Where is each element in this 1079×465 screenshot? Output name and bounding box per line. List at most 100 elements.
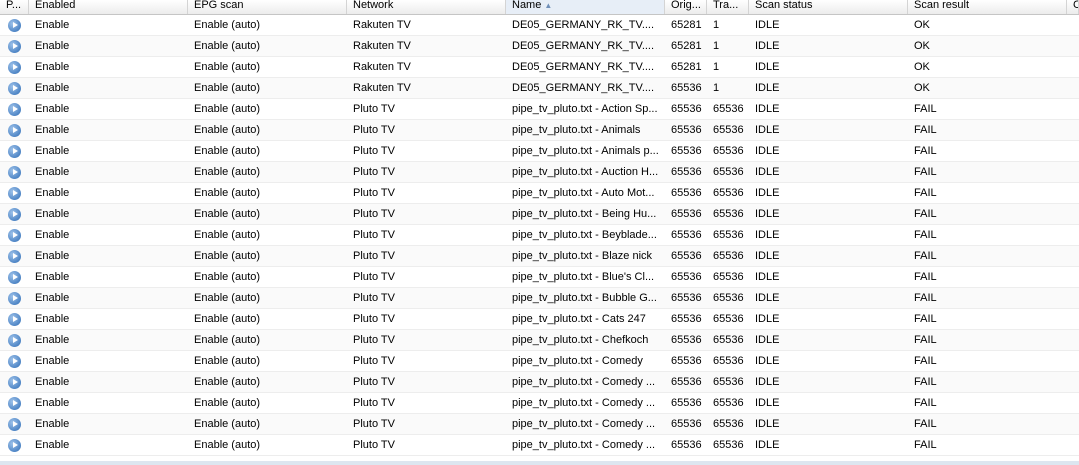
cell-epg: Enable (auto)	[194, 166, 261, 178]
cell-orig: 65536	[671, 229, 702, 241]
column-header-label: P...	[6, 0, 22, 11]
column-header-tra[interactable]: Tra...	[707, 0, 749, 14]
table-row[interactable]: Enable Enable (auto) Rakuten TV DE05_GERMAN…	[0, 57, 1079, 78]
cell-scan_status: IDLE	[755, 418, 780, 430]
cell-network: Pluto TV	[353, 103, 395, 115]
cell-orig: 65536	[671, 124, 702, 136]
play-icon[interactable]	[8, 312, 21, 326]
table-row[interactable]: Enable Enable (auto) Rakuten TV DE05_GERMAN…	[0, 36, 1079, 57]
cell-epg: Enable (auto)	[194, 292, 261, 304]
column-header-extra[interactable]: C	[1067, 0, 1079, 14]
play-icon[interactable]	[8, 228, 21, 242]
play-icon[interactable]	[8, 396, 21, 410]
play-icon[interactable]	[8, 186, 21, 200]
table-row[interactable]: Enable Enable (auto) Pluto TV pipe_tv_pluto…	[0, 267, 1079, 288]
column-header-play[interactable]: P...	[0, 0, 29, 14]
cell-extra	[1067, 414, 1079, 434]
cell-network: Pluto TV	[353, 271, 395, 283]
play-icon[interactable]	[8, 333, 21, 347]
cell-orig: 65536	[671, 208, 702, 220]
cell-tra: 1	[713, 40, 720, 52]
play-icon[interactable]	[8, 81, 21, 95]
cell-epg: Enable (auto)	[194, 61, 261, 73]
table-row[interactable]: Enable Enable (auto) Rakuten TV DE05_GERMAN…	[0, 15, 1079, 36]
cell-network: Rakuten TV	[353, 82, 411, 94]
table-row[interactable]: Enable Enable (auto) Pluto TV pipe_tv_pluto…	[0, 204, 1079, 225]
cell-play	[0, 309, 29, 329]
column-header-enabled[interactable]: Enabled	[29, 0, 188, 14]
cell-name: pipe_tv_pluto.txt - Being Hu...	[512, 208, 657, 220]
column-header-orig[interactable]: Orig...	[665, 0, 707, 14]
table-row[interactable]: Enable Enable (auto) Pluto TV pipe_tv_pluto…	[0, 414, 1079, 435]
cell-name: pipe_tv_pluto.txt - Action Sp...	[512, 103, 658, 115]
column-header-epg[interactable]: EPG scan	[188, 0, 347, 14]
table-row[interactable]: Enable Enable (auto) Pluto TV pipe_tv_pluto…	[0, 309, 1079, 330]
cell-scan_result: FAIL	[914, 397, 937, 409]
horizontal-scrollbar[interactable]	[0, 461, 1079, 465]
table-row[interactable]: Enable Enable (auto) Pluto TV pipe_tv_pluto…	[0, 141, 1079, 162]
cell-scan_status: IDLE	[755, 124, 780, 136]
table-row[interactable]: Enable Enable (auto) Pluto TV pipe_tv_pluto…	[0, 288, 1079, 309]
table-row[interactable]: Enable Enable (auto) Pluto TV pipe_tv_pluto…	[0, 330, 1079, 351]
play-icon[interactable]	[8, 207, 21, 221]
play-icon[interactable]	[8, 354, 21, 368]
cell-network: Rakuten TV	[353, 40, 411, 52]
cell-enabled: Enable	[35, 103, 70, 115]
table-row[interactable]: Enable Enable (auto) Pluto TV pipe_tv_pluto…	[0, 372, 1079, 393]
cell-orig: 65536	[671, 355, 702, 367]
cell-orig: 65536	[671, 187, 702, 199]
play-icon[interactable]	[8, 165, 21, 179]
table-row[interactable]: Enable Enable (auto) Rakuten TV DE05_GERMAN…	[0, 78, 1079, 99]
table-row[interactable]: Enable Enable (auto) Pluto TV pipe_tv_pluto…	[0, 225, 1079, 246]
play-icon[interactable]	[8, 39, 21, 53]
cell-scan_status: IDLE	[755, 166, 780, 178]
cell-extra	[1067, 36, 1079, 56]
play-icon[interactable]	[8, 249, 21, 263]
cell-tra: 65536	[713, 334, 744, 346]
table-row[interactable]: Enable Enable (auto) Pluto TV pipe_tv_pluto…	[0, 120, 1079, 141]
cell-extra	[1067, 330, 1079, 350]
table-row[interactable]: Enable Enable (auto) Pluto TV pipe_tv_pluto…	[0, 351, 1079, 372]
cell-scan_status: IDLE	[755, 145, 780, 157]
play-icon[interactable]	[8, 438, 21, 452]
cell-network: Pluto TV	[353, 187, 395, 199]
table-row[interactable]: Enable Enable (auto) Pluto TV pipe_tv_pluto…	[0, 99, 1079, 120]
cell-scan_status: IDLE	[755, 19, 780, 31]
cell-play	[0, 267, 29, 287]
cell-play	[0, 120, 29, 140]
cell-play	[0, 204, 29, 224]
cell-play	[0, 372, 29, 392]
column-header-label: Tra...	[713, 0, 739, 11]
cell-scan_status: IDLE	[755, 355, 780, 367]
table-row[interactable]: Enable Enable (auto) Pluto TV pipe_tv_pluto…	[0, 435, 1079, 456]
play-icon[interactable]	[8, 375, 21, 389]
play-icon[interactable]	[8, 270, 21, 284]
play-icon[interactable]	[8, 102, 21, 116]
play-icon[interactable]	[8, 144, 21, 158]
table-row[interactable]: Enable Enable (auto) Pluto TV pipe_tv_pluto…	[0, 162, 1079, 183]
cell-orig: 65536	[671, 166, 702, 178]
cell-play	[0, 36, 29, 56]
cell-network: Pluto TV	[353, 145, 395, 157]
table-row[interactable]: Enable Enable (auto) Pluto TV pipe_tv_pluto…	[0, 183, 1079, 204]
play-icon[interactable]	[8, 417, 21, 431]
cell-network: Pluto TV	[353, 334, 395, 346]
column-header-scan_result[interactable]: Scan result	[908, 0, 1067, 14]
table-row[interactable]: Enable Enable (auto) Pluto TV pipe_tv_pluto…	[0, 246, 1079, 267]
cell-enabled: Enable	[35, 19, 70, 31]
column-header-scan_status[interactable]: Scan status	[749, 0, 908, 14]
cell-tra: 65536	[713, 271, 744, 283]
cell-extra	[1067, 309, 1079, 329]
play-icon[interactable]	[8, 18, 21, 32]
cell-enabled: Enable	[35, 82, 70, 94]
cell-tra: 1	[713, 61, 720, 73]
table-row[interactable]: Enable Enable (auto) Pluto TV pipe_tv_pluto…	[0, 393, 1079, 414]
cell-play	[0, 393, 29, 413]
play-icon[interactable]	[8, 291, 21, 305]
cell-tra: 65536	[713, 250, 744, 262]
column-header-network[interactable]: Network	[347, 0, 506, 14]
play-icon[interactable]	[8, 123, 21, 137]
column-header-name[interactable]: Name ▲	[506, 0, 665, 14]
cell-network: Pluto TV	[353, 250, 395, 262]
play-icon[interactable]	[8, 60, 21, 74]
